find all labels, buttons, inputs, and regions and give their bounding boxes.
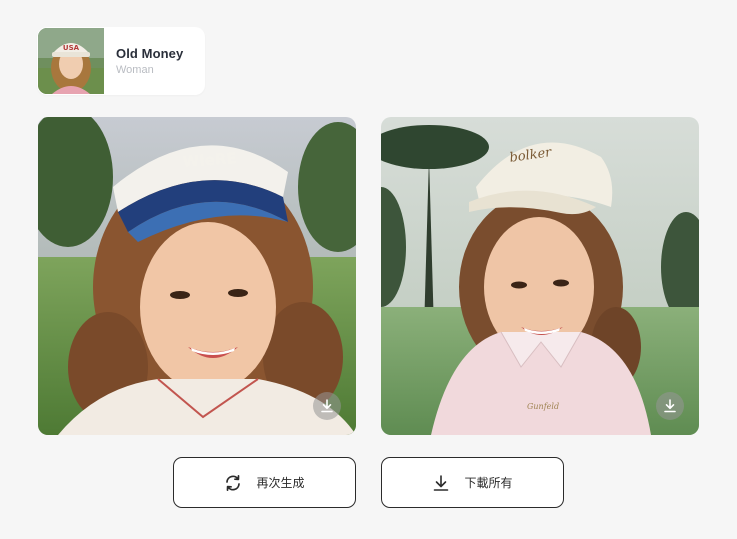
download-icon (321, 399, 333, 413)
style-thumbnail: USA (38, 28, 104, 94)
svg-text:WIeRE: WIeRE (182, 149, 237, 171)
download-button-2[interactable] (656, 392, 684, 420)
download-icon (432, 474, 450, 492)
portrait-image: Gunfeld bolker (381, 117, 699, 435)
download-button-1[interactable] (313, 392, 341, 420)
svg-text:USA: USA (63, 44, 80, 52)
result-image-2[interactable]: Gunfeld bolker (381, 117, 699, 435)
regenerate-button[interactable]: 再次生成 (173, 457, 356, 508)
style-card[interactable]: USA Old Money Woman (37, 27, 205, 95)
style-name: Old Money (116, 46, 184, 61)
download-all-button[interactable]: 下載所有 (381, 457, 564, 508)
svg-text:Gunfeld: Gunfeld (527, 402, 559, 411)
download-all-label: 下載所有 (464, 476, 513, 490)
result-image-1[interactable]: WIeRE (38, 117, 356, 435)
refresh-icon (224, 474, 242, 492)
regenerate-label: 再次生成 (256, 476, 305, 490)
download-icon (664, 399, 676, 413)
style-subtitle: Woman (116, 64, 154, 76)
portrait-image: WIeRE (38, 117, 356, 435)
